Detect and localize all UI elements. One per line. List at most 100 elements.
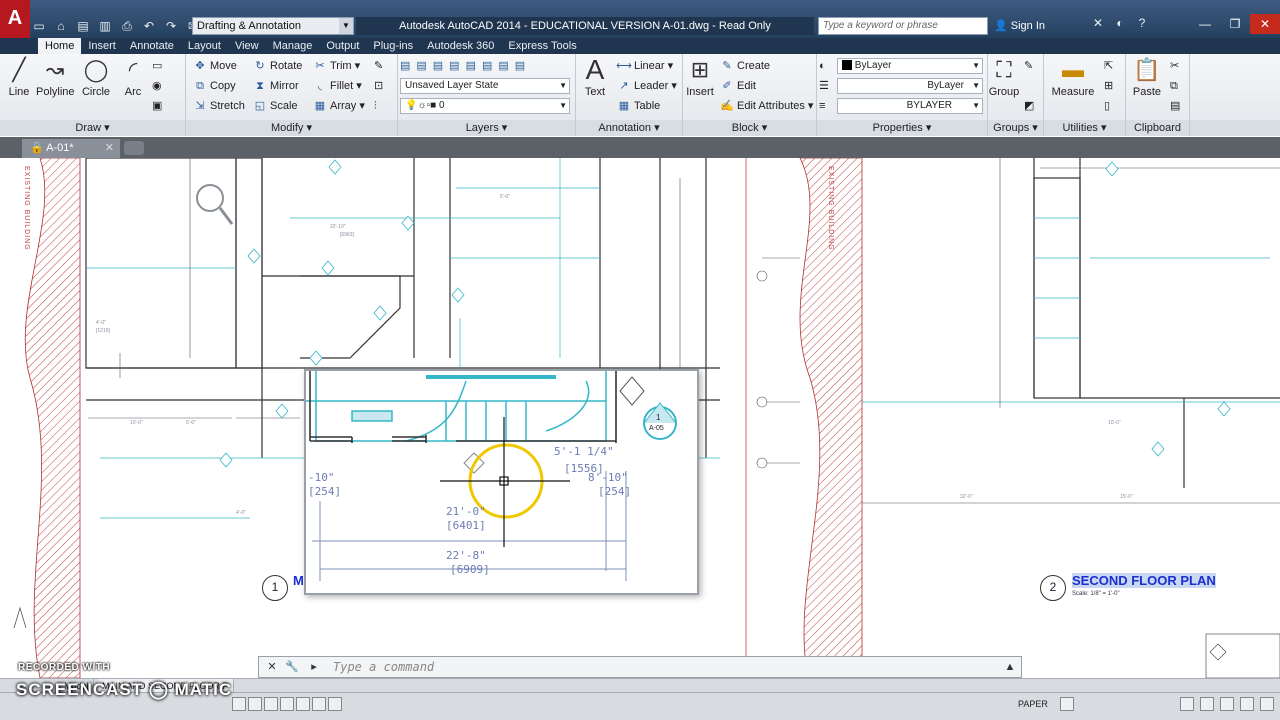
command-input[interactable]: Type a command bbox=[333, 659, 434, 675]
new-tab-button[interactable] bbox=[124, 141, 144, 155]
minimize-icon[interactable]: — bbox=[1190, 14, 1220, 34]
block-panel-title[interactable]: Block ▾ bbox=[683, 120, 816, 136]
ungroup-icon[interactable]: ✎ bbox=[1024, 58, 1033, 74]
search-input[interactable]: Type a keyword or phrase bbox=[818, 17, 988, 35]
layers-panel-title[interactable]: Layers ▾ bbox=[398, 120, 575, 136]
move-button[interactable]: ✥ Move bbox=[192, 58, 237, 74]
viewport-icon[interactable] bbox=[1060, 697, 1074, 711]
wrench-icon[interactable]: 🔧 bbox=[283, 659, 301, 675]
line-button[interactable]: ╱ Line bbox=[4, 56, 34, 98]
trim-button[interactable]: ✂ Trim ▾ bbox=[312, 58, 360, 74]
save-as-icon[interactable]: ▥ bbox=[96, 18, 114, 34]
tab-express-tools[interactable]: Express Tools bbox=[501, 38, 583, 54]
save-icon[interactable]: ▤ bbox=[74, 18, 92, 34]
rectangle-icon[interactable]: ▭ bbox=[152, 58, 162, 74]
properties-panel-title[interactable]: Properties ▾ bbox=[817, 120, 987, 136]
tab-insert[interactable]: Insert bbox=[81, 38, 123, 54]
open-icon[interactable]: ⌂ bbox=[52, 18, 70, 34]
circle-button[interactable]: ◯ Circle bbox=[80, 56, 112, 98]
rotate-button[interactable]: ↻ Rotate bbox=[252, 58, 302, 74]
match-properties-icon[interactable]: ◐ bbox=[819, 58, 826, 74]
drawing-area[interactable]: 4'-0" [1219] 10'-0" 6'-0" 22'-10" [6963] 5'… bbox=[0, 158, 1280, 678]
ortho-icon[interactable] bbox=[264, 697, 278, 711]
exchange-icon[interactable]: ✕ bbox=[1090, 16, 1106, 30]
close-tab-icon[interactable]: ✕ bbox=[105, 139, 114, 158]
workspace-selector[interactable]: Drafting & Annotation ▼ bbox=[192, 17, 354, 35]
text-button[interactable]: A Text bbox=[580, 56, 610, 99]
tab-output[interactable]: Output bbox=[319, 38, 366, 54]
lock-ui-icon[interactable] bbox=[1200, 697, 1214, 711]
workspace-switch-icon[interactable] bbox=[1180, 697, 1194, 711]
plot-icon[interactable]: ⎙ bbox=[118, 18, 136, 34]
select-all-icon[interactable]: ⊞ bbox=[1104, 78, 1113, 94]
tab-annotate[interactable]: Annotate bbox=[123, 38, 181, 54]
leader-button[interactable]: ↗ Leader ▾ bbox=[616, 78, 676, 94]
isolate-icon[interactable] bbox=[1240, 697, 1254, 711]
insert-button[interactable]: ⊞ Insert bbox=[685, 56, 715, 98]
sign-in-button[interactable]: 👤 Sign In bbox=[994, 17, 1045, 35]
paste-button[interactable]: 📋 Paste bbox=[1130, 56, 1164, 98]
edit-block-button[interactable]: ✐ Edit bbox=[719, 78, 756, 94]
tab-plugins[interactable]: Plug-ins bbox=[366, 38, 420, 54]
stretch-button[interactable]: ⇲ Stretch bbox=[192, 98, 244, 114]
layer-select[interactable]: 💡☼▫■ 0 ▼ bbox=[400, 98, 570, 114]
mirror-button[interactable]: ⧗ Mirror bbox=[252, 78, 299, 94]
tab-home[interactable]: Home bbox=[38, 38, 82, 54]
group-selection-icon[interactable]: ◩ bbox=[1024, 98, 1034, 114]
undo-icon[interactable]: ↶ bbox=[140, 18, 158, 34]
command-prompt-icon[interactable]: ▸ bbox=[305, 659, 323, 675]
linetype-select[interactable]: ByLayer ▼ bbox=[837, 78, 983, 94]
layer-state-select[interactable]: Unsaved Layer State ▼ bbox=[400, 78, 570, 94]
close-icon[interactable]: ✕ bbox=[263, 659, 281, 675]
quick-select-icon[interactable]: ⇱ bbox=[1104, 58, 1113, 74]
copy-clip-icon[interactable]: ⧉ bbox=[1170, 78, 1178, 94]
chevron-up-icon[interactable]: ▲ bbox=[1001, 659, 1019, 675]
region-icon[interactable]: ▣ bbox=[152, 98, 162, 114]
tab-layout[interactable]: Layout bbox=[181, 38, 228, 54]
lineweight-select[interactable]: BYLAYER ▼ bbox=[837, 98, 983, 114]
utilities-panel-title[interactable]: Utilities ▾ bbox=[1044, 120, 1125, 136]
erase-icon[interactable]: ✎ bbox=[374, 58, 383, 74]
modify-panel-title[interactable]: Modify ▾ bbox=[186, 120, 397, 136]
tab-view[interactable]: View bbox=[228, 38, 266, 54]
draw-panel-title[interactable]: Draw ▾ bbox=[0, 120, 185, 136]
table-button[interactable]: ▦ Table bbox=[616, 98, 661, 114]
snap-icon[interactable] bbox=[232, 697, 246, 711]
document-tab-a01[interactable]: 🔒 A-01* ✕ bbox=[22, 139, 120, 158]
arc-button[interactable]: ◜ Arc bbox=[118, 56, 148, 98]
annotation-panel-title[interactable]: Annotation ▾ bbox=[576, 120, 682, 136]
edit-attributes-button[interactable]: ✍ Edit Attributes ▾ bbox=[719, 98, 813, 114]
hatch-icon[interactable]: ◉ bbox=[152, 78, 162, 94]
scale-button[interactable]: ◱ Scale bbox=[252, 98, 298, 114]
grid-icon[interactable] bbox=[248, 697, 262, 711]
hardware-accel-icon[interactable] bbox=[1220, 697, 1234, 711]
create-block-button[interactable]: ✎ Create bbox=[719, 58, 770, 74]
polar-icon[interactable] bbox=[280, 697, 294, 711]
clean-screen-icon[interactable] bbox=[1260, 697, 1274, 711]
array-button[interactable]: ▦ Array ▾ bbox=[312, 98, 365, 114]
color-select[interactable]: ByLayer ▼ bbox=[837, 58, 983, 74]
tab-autodesk-360[interactable]: Autodesk 360 bbox=[420, 38, 501, 54]
explode-icon[interactable]: ⊡ bbox=[374, 78, 383, 94]
copy-button[interactable]: ⧉ Copy bbox=[192, 78, 236, 94]
layer-tools-icons[interactable]: ▤▤▤▤▤▤▤▤ bbox=[400, 58, 531, 74]
close-icon[interactable]: ✕ bbox=[1250, 14, 1280, 34]
maximize-icon[interactable]: ❐ bbox=[1220, 14, 1250, 34]
offset-icon[interactable]: ⫶ bbox=[374, 98, 377, 114]
lineweight-toggle-icon[interactable] bbox=[328, 697, 342, 711]
tab-manage[interactable]: Manage bbox=[266, 38, 320, 54]
copy-base-icon[interactable]: ▤ bbox=[1170, 98, 1180, 114]
new-icon[interactable]: ▭ bbox=[30, 18, 48, 34]
fillet-button[interactable]: ◟ Fillet ▾ bbox=[312, 78, 362, 94]
calculator-icon[interactable]: ▯ bbox=[1104, 98, 1110, 114]
cut-icon[interactable]: ✂ bbox=[1170, 58, 1179, 74]
linear-button[interactable]: ⟷ Linear ▾ bbox=[616, 58, 673, 74]
paper-space-toggle[interactable]: PAPER bbox=[1018, 699, 1048, 709]
application-menu-button[interactable]: A bbox=[0, 0, 30, 38]
groups-panel-title[interactable]: Groups ▾ bbox=[988, 120, 1043, 136]
measure-button[interactable]: ▬ Measure bbox=[1050, 56, 1096, 98]
osnap-icon[interactable] bbox=[296, 697, 310, 711]
otrack-icon[interactable] bbox=[312, 697, 326, 711]
help-icon[interactable]: ? bbox=[1134, 16, 1150, 30]
redo-icon[interactable]: ↷ bbox=[162, 18, 180, 34]
